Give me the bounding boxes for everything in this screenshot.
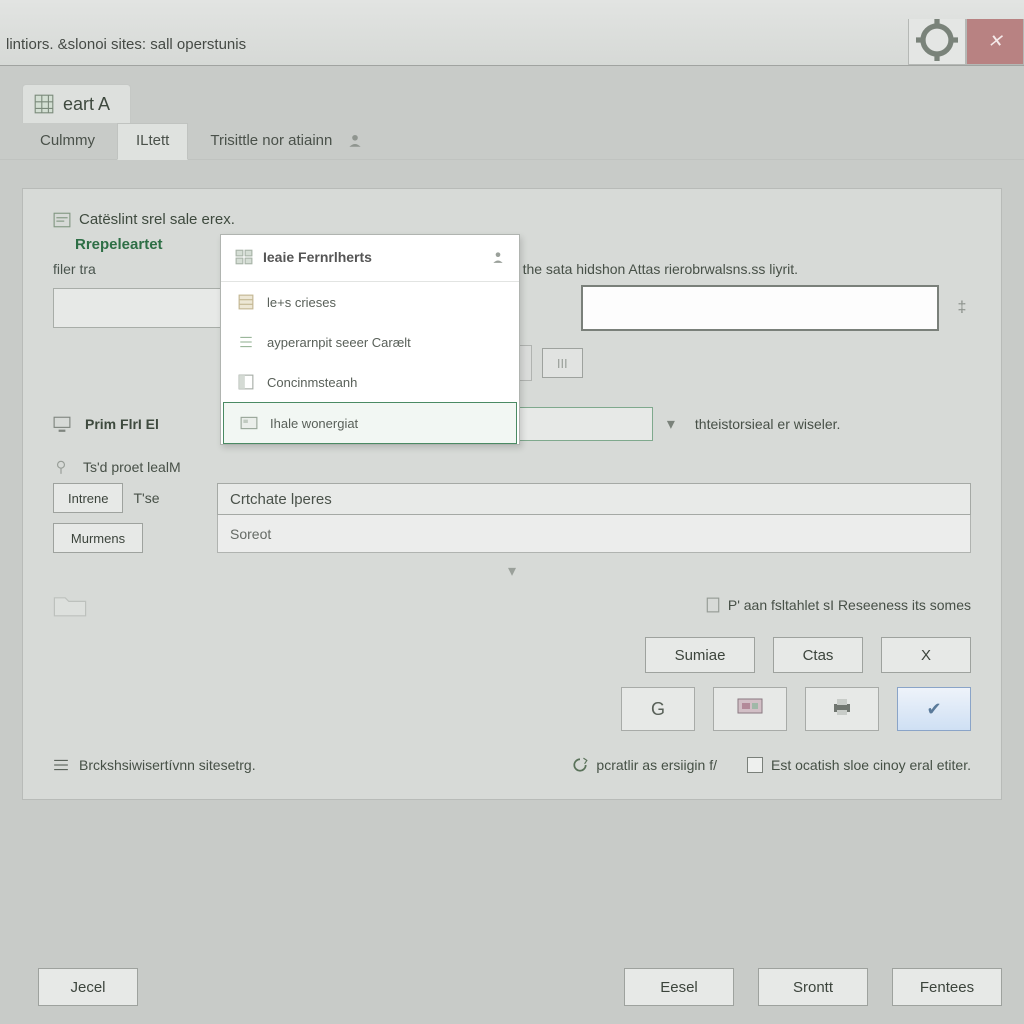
bottom-left-text: Brckshsiwisertívnn sitesetrg. [79,757,256,773]
srontt-button[interactable]: Srontt [758,968,868,1006]
fentees-button[interactable]: Fentees [892,968,1002,1006]
eesel-button[interactable]: Eesel [624,968,734,1006]
list-icon [53,758,69,772]
monitor-icon [53,416,71,432]
dropdown-header: Ieaie Fernrlherts [221,235,519,282]
doc-icon [706,597,720,613]
group2-right: thteistorsieal er wiseler. [695,416,841,432]
field-sublabel: filer tra [53,261,173,277]
group2-label: Prim FlrI El [85,416,159,432]
window-title: lintiors. &slonoi sites: sall operstunis [0,36,246,65]
sheet-icon [237,294,255,310]
stepper-icon[interactable]: ‡ [953,299,971,317]
panel-icon [237,374,255,390]
device-icon [734,695,766,724]
dropdown-item-2[interactable]: ayperarnpit seeer Carælt [221,322,519,362]
card-icon [240,415,258,431]
close-icon: ✕ [987,31,1002,52]
person-small-icon [491,250,505,264]
check-icon: ✔ [926,699,941,720]
jecel-button[interactable]: Jecel [38,968,138,1006]
confirm-button[interactable]: ✔ [897,687,971,731]
g-button[interactable]: G [621,687,695,731]
resize-handle-icon[interactable]: ▾ [53,561,971,581]
group1-title-text: Catëslint srel sale erex. [79,211,235,228]
murmens-button[interactable]: Murmens [53,523,143,553]
tag-tse: T'se [133,490,159,506]
dropdown-item-label: ayperarnpit seeer Carælt [267,335,411,350]
window-controls: ✕ [908,19,1024,65]
tab-label: eart A [63,94,110,115]
grid-icon [235,249,253,265]
tab-trisittle[interactable]: Trisittle nor atiainn [192,124,382,159]
dropdown-popup: Ieaie Fernrlherts le+s crieses ayperarnp… [220,234,520,445]
dropdown-title: Ieaie Fernrlherts [263,249,372,265]
input-right[interactable] [581,285,939,331]
action-row: Sumiae Ctas X [53,637,971,673]
x-button[interactable]: X [881,637,971,673]
secondary-tabs: Culmmy ILtett Trisittle nor atiainn [0,123,1024,160]
dropdown-item-3[interactable]: Concinmsteanh [221,362,519,402]
group3-label: Ts'd proet lealM [83,459,181,475]
person-icon [346,133,364,147]
checkbox-est[interactable] [747,757,763,773]
minimize-button[interactable] [908,19,966,65]
close-button[interactable]: ✕ [966,19,1024,65]
lines-icon [237,334,255,350]
sumiae-button[interactable]: Sumiae [645,637,755,673]
dropdown-item-label: Ihale wonergiat [270,416,358,431]
toolbar-tabs: eart A [0,66,1024,123]
dropdown-item-label: Concinmsteanh [267,375,357,390]
dropdown-item-4[interactable]: Ihale wonergiat [223,402,517,444]
ctas-button[interactable]: Ctas [773,637,863,673]
refresh-icon [572,757,588,773]
titlebar: lintiors. &slonoi sites: sall operstunis… [0,0,1024,66]
dialog-buttons: Jecel Eesel Srontt Fentees [38,968,1002,1006]
table-icon [33,93,55,115]
group1-title: Catëslint srel sale erex. [53,211,971,228]
aux-button[interactable]: III [542,348,583,378]
field-rrepeleartet-label: Rrepeleartet [75,236,971,253]
gear-icon [909,12,965,71]
tab-eart-a[interactable]: eart A [22,84,131,123]
dropdown-item-1[interactable]: le+s crieses [221,282,519,322]
chevron-down-icon[interactable]: ▾ [667,414,681,434]
select-header[interactable]: Crtchate lperes [217,483,971,515]
tab-culmmy[interactable]: Culmmy [22,124,113,159]
select-value[interactable]: Soreot [217,515,971,553]
intrene-button[interactable]: Intrene [53,483,123,513]
dropdown-item-label: le+s crieses [267,295,336,310]
device-button[interactable] [713,687,787,731]
reseeness-label: P' aan fsltahlet sI Reseeness its somes [728,597,971,613]
bottom-check2-text: Est ocatish sloe cinoy eral etiter. [771,757,971,773]
note-icon [53,212,71,228]
tab-label: Trisittle nor atiainn [210,132,332,149]
icon-action-row: G ✔ [53,687,971,731]
printer-button[interactable] [805,687,879,731]
tab-iltett[interactable]: ILtett [117,123,188,160]
folder-icon[interactable] [53,593,87,617]
printer-icon [830,696,854,723]
bottom-mid-text: pcratlir as ersiigin f/ [596,757,717,773]
pin-icon [53,459,69,475]
